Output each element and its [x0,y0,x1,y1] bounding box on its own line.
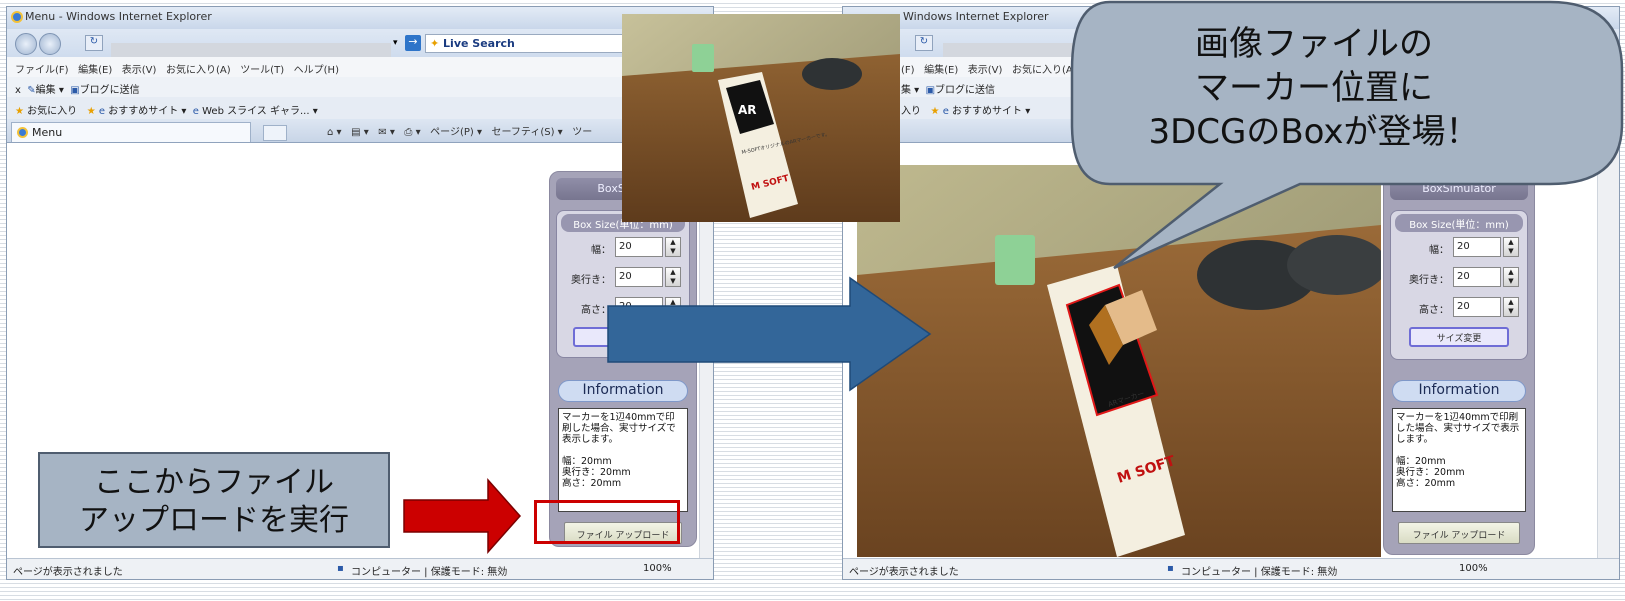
favorites-bar: ★ お気に入り ★ e おすすめサイト ▾ e Web スライス ギャラ... … [7,97,713,119]
menu-file[interactable]: (F) [901,65,915,76]
red-arrow [403,478,522,554]
depth-label: 奥行き： [1409,275,1449,286]
upload-highlight-box [534,500,680,544]
status-text: ページが表示されました [13,567,123,578]
suggested-icon: e [98,106,106,117]
upload-note-callout: ここからファイル アップロードを実行 [38,452,390,548]
suggested-sites-link[interactable]: おすすめサイト [108,106,178,117]
width-label: 幅： [591,245,611,256]
tab-menu[interactable]: Menu [11,122,251,142]
menu-tools[interactable]: ツール(T) [240,65,284,76]
back-button[interactable] [15,33,37,55]
information-header: Information [1392,380,1526,402]
edit-icon: ✎ [27,85,36,96]
edit-button[interactable]: 編集 [36,85,56,96]
window-title: Menu - Windows Internet Explorer [25,10,212,23]
suggested-icon: e [942,106,949,117]
depth-label: 奥行き： [571,275,611,286]
menu-view[interactable]: 表示(V) [968,65,1003,76]
forward-button[interactable] [39,33,61,55]
favorites-button[interactable]: お気に入り [27,106,77,117]
zone-text: コンピューター | 保護モード: 無効 [1181,567,1338,578]
live-search-icon: ✦ [430,37,444,50]
favorites-button[interactable]: 入り [901,106,921,117]
speech-line-1: 画像ファイルの [1195,24,1433,64]
speech-line-3: 3DCGのBoxが登場！ [1148,112,1480,152]
add-favorite-icon[interactable]: ★ [931,106,940,117]
marker-ar-text: AR [738,103,757,117]
page-menu[interactable]: ページ(P) [430,127,474,138]
big-blue-arrow [607,276,932,392]
feeds-icon[interactable]: ▤ [351,127,360,138]
dropdown-icon[interactable]: ▾ [393,38,398,48]
zone-text: コンピューター | 保護モード: 無効 [351,567,508,578]
zoom-level[interactable]: 100% [1459,563,1488,574]
upload-note-line-2: アップロードを実行 [79,503,349,538]
web-slice-icon: e [192,106,199,117]
blog-icon: ▣ [70,85,80,96]
blog-icon: ▣ [925,85,936,96]
speech-line-2: マーカー位置に [1195,68,1433,108]
tab-label: Menu [32,126,63,139]
go-arrow-icon[interactable]: → [405,35,421,51]
menu-edit[interactable]: 編集(E) [78,65,112,76]
height-label: 高さ： [1419,305,1449,316]
status-bar: ページが表示されました ▪ コンピューター | 保護モード: 無効 100% [843,558,1619,579]
title-bar: Menu - Windows Internet Explorer [7,7,713,29]
ie-logo-icon [11,11,23,23]
information-text: マーカーを1辺40mmで印刷した場合、実寸サイズで表示します。 幅：20mm 奥… [558,408,688,512]
menu-favorites[interactable]: お気に入り(A) [166,65,231,76]
menu-favorites[interactable]: お気に入り(A) [1012,65,1077,76]
close-toolbar-button[interactable]: x [15,85,21,96]
favorites-star-icon: ★ [15,106,24,117]
menu-edit[interactable]: 編集(E) [924,65,958,76]
height-row: 高さ： 20 ▲▼ [1391,297,1527,319]
marker-source-photo: AR M-SOFTオリジナルのARマーカーです。 M SOFT [622,14,900,222]
web-slice-link[interactable]: Web スライス ギャラ... [202,106,309,117]
live-search-input[interactable]: ✦ Live Search [425,34,635,53]
suggested-sites-link[interactable]: おすすめサイト [952,106,1022,117]
blog-button[interactable]: ブログに送信 [935,85,995,96]
zone-icon: ▪ [337,563,344,574]
refresh-icon[interactable]: ↻ [85,35,103,51]
speech-text: 画像ファイルの マーカー位置に 3DCGのBoxが登場！ [1094,22,1534,154]
width-input[interactable]: 20 [615,237,663,257]
file-upload-button[interactable]: ファイル アップロード [1398,522,1520,544]
tab-ie-icon [17,127,28,138]
width-spinner[interactable]: ▲ ▼ [665,237,681,257]
information-text: マーカーを1辺40mmで印刷した場合、実寸サイズで表示します。 幅：20mm 奥… [1392,408,1526,512]
mail-icon[interactable]: ✉ [378,127,386,138]
address-bar: ↻ ▾ → ✦ Live Search [7,29,713,87]
height-input[interactable]: 20 [1453,297,1501,317]
size-change-button[interactable]: サイズ変更 [1409,327,1509,347]
command-bar: x ✎編集 ▾ ▣ブログに送信 [7,77,713,97]
height-spinner[interactable]: ▲▼ [1503,297,1519,317]
zone-icon: ▪ [1167,563,1174,574]
tools-menu[interactable]: ツー [572,127,592,138]
add-favorite-icon[interactable]: ★ [87,106,96,117]
zoom-level[interactable]: 100% [643,563,672,574]
print-icon[interactable]: ⎙ [404,127,412,138]
marker-photo-illustration: AR M-SOFTオリジナルのARマーカーです。 M SOFT [622,14,900,222]
new-tab-button[interactable] [263,125,287,141]
home-icon[interactable]: ⌂ [327,127,333,138]
menu-view[interactable]: 表示(V) [122,65,157,76]
menu-help[interactable]: ヘルプ(H) [294,65,339,76]
tab-bar: Menu ⌂ ▾ ▤ ▾ ✉ ▾ ⎙ ▾ ページ(P) ▾ セーフティ(S) ▾… [7,119,713,143]
window-title: Windows Internet Explorer [903,10,1049,23]
width-row: 幅： 20 ▲ ▼ [557,237,689,259]
edit-button[interactable]: 集 [901,85,911,96]
refresh-icon[interactable]: ↻ [915,35,933,51]
command-tools: ⌂ ▾ ▤ ▾ ✉ ▾ ⎙ ▾ ページ(P) ▾ セーフティ(S) ▾ ツー [327,127,593,138]
menu-file[interactable]: ファイル(F) [15,65,69,76]
menu-bar: ファイル(F) 編集(E) 表示(V) お気に入り(A) ツール(T) ヘルプ(… [7,57,713,77]
status-bar: ページが表示されました ▪ コンピューター | 保護モード: 無効 100% [7,558,713,579]
safety-menu[interactable]: セーフティ(S) [492,127,555,138]
upload-note-line-1: ここからファイル [94,465,334,500]
status-text: ページが表示されました [849,567,959,578]
blog-button[interactable]: ブログに送信 [80,85,140,96]
